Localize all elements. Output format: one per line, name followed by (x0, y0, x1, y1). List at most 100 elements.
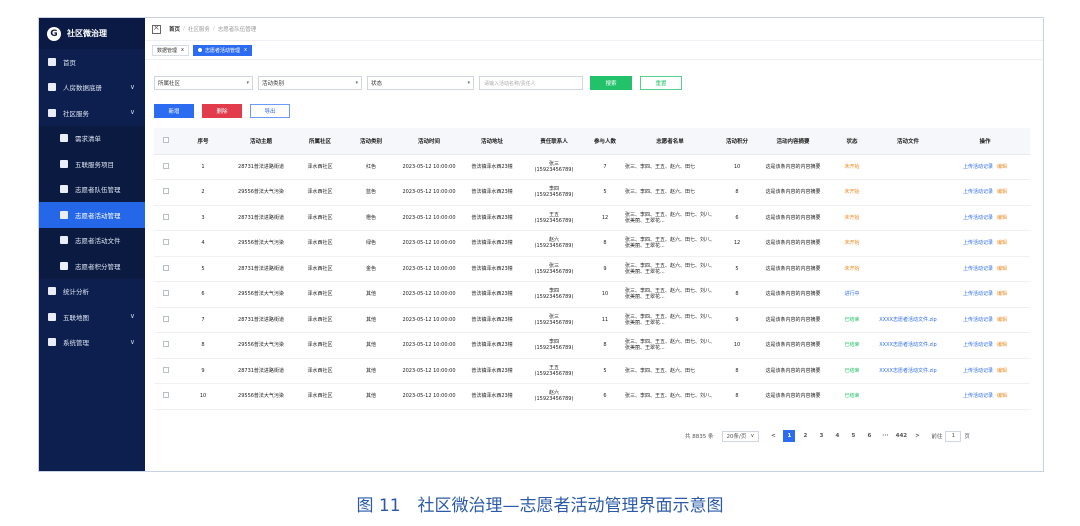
row-checkbox[interactable] (163, 290, 169, 297)
upload-record-link[interactable]: 上传活动记录 (963, 266, 993, 272)
page-button[interactable]: 2 (799, 430, 811, 442)
sidebar-item-11[interactable]: 系统管理 ∨ (39, 330, 145, 356)
sidebar-item-3[interactable]: 需求清单 (39, 125, 145, 151)
row-checkbox[interactable] (163, 239, 169, 246)
upload-record-link[interactable]: 上传活动记录 (963, 393, 993, 399)
page-button[interactable]: 442 (895, 430, 907, 442)
cell-summary: 这是该条内容的内容摘要 (758, 281, 828, 308)
select-all-checkbox[interactable] (163, 136, 169, 143)
edit-link[interactable]: 编辑 (997, 317, 1007, 323)
upload-record-link[interactable]: 上传活动记录 (963, 240, 993, 246)
column-header: 活动类别 (346, 128, 396, 155)
tab-data-management[interactable]: 数据管理 x (152, 44, 189, 56)
edit-link[interactable]: 编辑 (997, 291, 1007, 297)
edit-link[interactable]: 编辑 (997, 342, 1007, 348)
contact-name: 李四 (548, 186, 559, 192)
page-button[interactable]: ··· (879, 430, 891, 442)
cell-value: 10 (733, 342, 741, 349)
collapse-menu-icon[interactable] (152, 23, 161, 34)
sidebar-item-2[interactable]: 社区服务 ∨ (39, 100, 145, 126)
sidebar-item-10[interactable]: 五联地图 ∨ (39, 304, 145, 330)
cell-status: 未开始 (828, 256, 876, 282)
cell-value: 普法镇泽水西23幢 (471, 214, 513, 221)
search-button[interactable]: 搜索 (590, 76, 632, 90)
cell-value: 这是该条内容的内容摘要 (765, 163, 821, 170)
cell-status: 未开始 (828, 179, 876, 206)
sidebar-item-0[interactable]: 首页 (39, 49, 145, 75)
cell-value: 8 (735, 189, 739, 196)
contact-phone: (15923456789) (534, 217, 574, 224)
chevron-down-icon: ∨ (129, 337, 135, 346)
cell-value: 2023-05-12 10:00:00 (402, 393, 456, 400)
edit-link[interactable]: 编辑 (997, 189, 1007, 195)
sidebar-item-6[interactable]: 志愿者活动管理 (39, 202, 145, 228)
edit-link[interactable]: 编辑 (997, 368, 1007, 374)
cell-value: 6 (603, 393, 607, 400)
tab-close-icon[interactable]: x (244, 47, 247, 53)
upload-record-link[interactable]: 上传活动记录 (963, 291, 993, 297)
cell-value: 其他 (365, 316, 376, 323)
breadcrumb-level1[interactable]: 社区服务 (188, 25, 210, 33)
activity-file-link[interactable]: XXXX志愿者活动文件.zip (879, 317, 936, 323)
row-checkbox[interactable] (163, 213, 169, 220)
page-button[interactable]: 6 (863, 430, 875, 442)
edit-link[interactable]: 编辑 (997, 164, 1007, 170)
table-row: 4 29556普法大气污染 泽水西社区 绿色 2023-05-12 10:00:00 普法… (154, 230, 1030, 257)
cell-time: 2023-05-12 10:00:00 (396, 179, 462, 206)
table-row: 2 29556普法大气污染 泽水西社区 蓝色 2023-05-12 10:00:00 普法… (154, 179, 1030, 206)
sidebar-item-7[interactable]: 志愿者活动文件 (39, 227, 145, 253)
upload-record-link[interactable]: 上传活动记录 (963, 164, 993, 170)
cell-value: 2023-05-12 10:00:00 (402, 240, 456, 247)
row-checkbox[interactable] (163, 341, 169, 348)
search-input[interactable]: 请输入活动名称/责任人 (479, 76, 583, 90)
activity-file-link[interactable]: XXXX志愿者活动文件.zip (879, 368, 936, 374)
sidebar-item-5[interactable]: 志愿者队伍管理 (39, 176, 145, 202)
cell-summary: 这是该条内容的内容摘要 (758, 154, 828, 180)
upload-record-link[interactable]: 上传活动记录 (963, 342, 993, 348)
row-checkbox[interactable] (163, 264, 169, 271)
delete-button[interactable]: 删除 (202, 104, 242, 118)
row-checkbox[interactable] (163, 392, 169, 399)
row-checkbox[interactable] (163, 162, 169, 169)
row-checkbox[interactable] (163, 188, 169, 195)
reset-button[interactable]: 重置 (640, 76, 682, 90)
edit-link[interactable]: 编辑 (997, 215, 1007, 221)
status-select[interactable]: 状态 ▾ (367, 76, 474, 90)
activity-type-select[interactable]: 活动类别 ▾ (258, 76, 362, 90)
upload-record-link[interactable]: 上传活动记录 (963, 215, 993, 221)
row-checkbox[interactable] (163, 315, 169, 322)
add-button[interactable]: 新增 (154, 104, 194, 118)
tab-volunteer-activity[interactable]: 志愿者活动管理 x (192, 44, 252, 56)
tab-close-icon[interactable]: x (181, 47, 184, 53)
activity-file-link[interactable]: XXXX志愿者活动文件.zip (879, 342, 936, 348)
row-select-cell (154, 281, 178, 308)
upload-record-link[interactable]: 上传活动记录 (963, 368, 993, 374)
row-select-cell (154, 332, 178, 359)
prev-page-button[interactable]: < (767, 430, 779, 442)
export-button[interactable]: 导出 (250, 104, 290, 118)
goto-page-input[interactable]: 1 (945, 430, 962, 442)
cell-value: 其他 (365, 291, 376, 298)
sidebar-item-8[interactable]: 志愿者积分管理 (39, 253, 145, 279)
community-select[interactable]: 所属社区 ▾ (154, 76, 253, 90)
page-button[interactable]: 3 (815, 430, 827, 442)
page-button[interactable]: 4 (831, 430, 843, 442)
page-button[interactable]: 5 (847, 430, 859, 442)
upload-record-link[interactable]: 上传活动记录 (963, 189, 993, 195)
sidebar-item-1[interactable]: 人房数据底册 ∨ (39, 75, 145, 101)
row-checkbox[interactable] (163, 366, 169, 373)
cell-value: 9 (201, 367, 205, 374)
sidebar-item-9[interactable]: 统计分析 (39, 279, 145, 305)
sidebar-item-4[interactable]: 五联服务项目 (39, 151, 145, 177)
cell-value: 11 (601, 316, 609, 323)
edit-link[interactable]: 编辑 (997, 240, 1007, 246)
next-page-button[interactable]: > (911, 430, 923, 442)
edit-link[interactable]: 编辑 (997, 266, 1007, 272)
upload-record-link[interactable]: 上传活动记录 (963, 317, 993, 323)
edit-link[interactable]: 编辑 (997, 393, 1007, 399)
cell-contact: 张三 (15923456789) (522, 307, 586, 333)
breadcrumb-home[interactable]: 首页 (169, 25, 180, 33)
page-button[interactable]: 1 (783, 430, 796, 442)
page-size-select[interactable]: 20条/页 ∨ (721, 430, 760, 442)
select-all-header[interactable] (154, 128, 178, 155)
